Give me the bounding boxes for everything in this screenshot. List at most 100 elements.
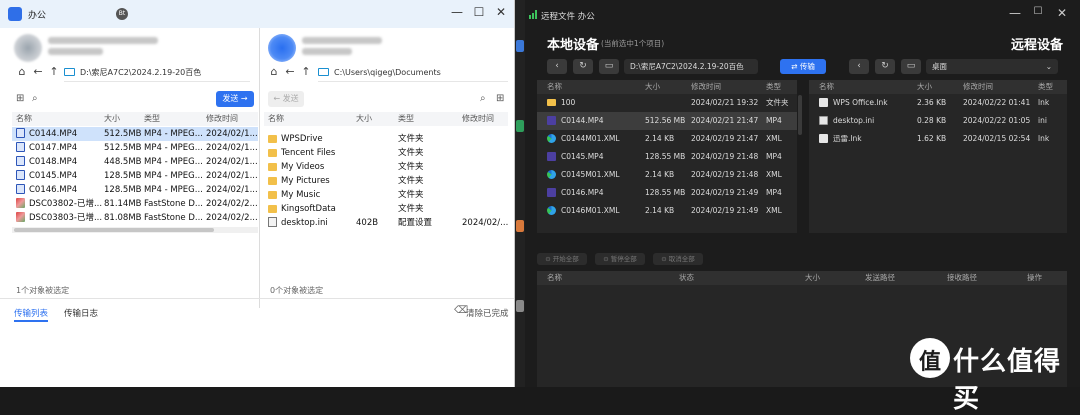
table-row[interactable]: C0148.MP4 448.5MB MP4 - MPEG... 2024/02/1..…: [12, 155, 258, 169]
table-row[interactable]: C0147.MP4 512.5MB MP4 - MPEG... 2024/02/1..…: [12, 141, 258, 155]
table-row[interactable]: 100 2024/02/21 19:32 文件夹: [537, 94, 797, 112]
table-row[interactable]: WPSDrive 文件夹: [264, 132, 508, 146]
back-icon[interactable]: ‹: [547, 59, 567, 74]
column-header[interactable]: 修改时间: [462, 112, 494, 126]
folder-icon[interactable]: ▭: [901, 59, 921, 74]
app-icon[interactable]: [516, 300, 524, 312]
table-row[interactable]: 迅雷.lnk 1.62 KB 2024/02/15 02:54 lnk: [809, 130, 1067, 148]
column-header[interactable]: 大小: [104, 112, 120, 126]
column-header[interactable]: 大小: [805, 271, 820, 285]
restore-button[interactable]: ☐: [1028, 6, 1048, 17]
table-row[interactable]: C0146.MP4 128.55 MB 2024/02/19 21:49 MP4: [537, 184, 797, 202]
table-row[interactable]: C0144.MP4 512.5MB MP4 - MPEG... 2024/02/1..…: [12, 127, 258, 141]
column-header[interactable]: 类型: [1038, 80, 1053, 94]
file-size: 0.28 KB: [917, 116, 947, 125]
column-header[interactable]: 名称: [268, 112, 284, 126]
app-icon[interactable]: [516, 220, 524, 232]
clear-completed-button[interactable]: 清除已完成: [466, 307, 509, 319]
transfer-button[interactable]: ⇄ 传输: [780, 59, 826, 74]
table-row[interactable]: My Pictures 文件夹: [264, 174, 508, 188]
table-row[interactable]: My Videos 文件夹: [264, 160, 508, 174]
refresh-icon[interactable]: ↻: [573, 59, 593, 74]
up-icon[interactable]: ↑: [298, 65, 314, 78]
new-folder-icon[interactable]: ⊞: [16, 93, 24, 104]
column-header[interactable]: 名称: [547, 80, 562, 94]
new-folder-icon[interactable]: ⊞: [496, 93, 504, 104]
column-header[interactable]: 修改时间: [691, 80, 721, 94]
home-icon[interactable]: ⌂: [14, 65, 30, 78]
send-back-button[interactable]: ← 发送: [268, 91, 304, 107]
column-header[interactable]: 类型: [144, 112, 160, 126]
column-header[interactable]: 大小: [917, 80, 932, 94]
local-path[interactable]: D:\索尼A7C2\2024.2.19-20百色: [624, 59, 758, 74]
search-icon[interactable]: ⌕: [32, 93, 38, 104]
folder-icon: [268, 176, 277, 185]
table-row[interactable]: C0145.MP4 128.55 MB 2024/02/19 21:48 MP4: [537, 148, 797, 166]
path-bar[interactable]: C:\Users\qigeg\Documents: [318, 64, 508, 82]
redacted-name: [302, 37, 382, 44]
refresh-icon[interactable]: ↻: [875, 59, 895, 74]
pause-all-button[interactable]: ⊙ 暂停全部: [595, 253, 645, 265]
back-icon[interactable]: ‹: [849, 59, 869, 74]
table-row[interactable]: desktop.ini 402B 配置设置 2024/02/...: [264, 216, 508, 230]
file-name: My Music: [268, 188, 354, 202]
table-row[interactable]: Tencent Files 文件夹: [264, 146, 508, 160]
column-header[interactable]: 接收路径: [947, 271, 977, 285]
close-button[interactable]: ✕: [1052, 6, 1072, 20]
column-header[interactable]: 名称: [16, 112, 32, 126]
up-icon[interactable]: ↑: [46, 65, 62, 78]
table-row[interactable]: DSC03802-已增... 81.14MB FastStone D... 2024/…: [12, 197, 258, 211]
column-header[interactable]: 修改时间: [963, 80, 993, 94]
table-row[interactable]: desktop.ini 0.28 KB 2024/02/22 01:05 ini: [809, 112, 1067, 130]
minimize-button[interactable]: —: [447, 5, 467, 19]
table-row[interactable]: C0144M01.XML 2.14 KB 2024/02/19 21:47 XML: [537, 130, 797, 148]
close-button[interactable]: ✕: [491, 5, 511, 19]
file-size: 2.36 KB: [917, 98, 947, 107]
file-date: 2024/02/19 21:49: [691, 206, 759, 215]
column-header[interactable]: 发送路径: [865, 271, 895, 285]
back-icon[interactable]: ←: [282, 65, 298, 78]
file-type: MP4 - MPEG...: [144, 185, 203, 195]
table-row[interactable]: WPS Office.lnk 2.36 KB 2024/02/22 01:41 lnk: [809, 94, 1067, 112]
start-all-button[interactable]: ⊙ 开始全部: [537, 253, 587, 265]
column-header[interactable]: 修改时间: [206, 112, 238, 126]
column-header[interactable]: 状态: [679, 271, 694, 285]
horizontal-scrollbar[interactable]: [12, 227, 258, 233]
table-row[interactable]: KingsoftData 文件夹: [264, 202, 508, 216]
table-row[interactable]: C0146.MP4 128.5MB MP4 - MPEG... 2024/02/1..…: [12, 183, 258, 197]
file-size: 128.5MB: [104, 185, 142, 195]
back-icon[interactable]: ←: [30, 65, 46, 78]
restore-button[interactable]: ☐: [469, 5, 489, 19]
file-type: XML: [766, 170, 782, 179]
path-bar[interactable]: D:\索尼A7C2\2024.2.19-20百色: [64, 64, 250, 82]
app-icon[interactable]: [516, 40, 524, 52]
column-header[interactable]: 名称: [819, 80, 834, 94]
table-row[interactable]: DSC03803-已增... 81.08MB FastStone D... 2024/…: [12, 211, 258, 225]
cancel-all-button[interactable]: ⊙ 取消全部: [653, 253, 703, 265]
folder-icon[interactable]: ▭: [599, 59, 619, 74]
vertical-scrollbar[interactable]: [798, 95, 802, 135]
column-header[interactable]: 操作: [1027, 271, 1042, 285]
send-button[interactable]: 发送 →: [216, 91, 254, 107]
device-avatar: [268, 34, 296, 62]
column-header[interactable]: 类型: [398, 112, 414, 126]
table-row[interactable]: My Music 文件夹: [264, 188, 508, 202]
minimize-button[interactable]: —: [1005, 6, 1025, 20]
home-icon[interactable]: ⌂: [266, 65, 282, 78]
table-row[interactable]: C0145M01.XML 2.14 KB 2024/02/19 21:48 XML: [537, 166, 797, 184]
tab-transfer-log[interactable]: 传输日志: [64, 307, 98, 319]
column-header[interactable]: 大小: [356, 112, 372, 126]
table-row[interactable]: C0144.MP4 512.56 MB 2024/02/21 21:47 MP4: [537, 112, 797, 130]
app-icon[interactable]: [516, 120, 524, 132]
column-header[interactable]: 类型: [766, 80, 781, 94]
badge[interactable]: Bt: [116, 8, 128, 20]
column-header[interactable]: 大小: [645, 80, 660, 94]
table-row[interactable]: C0145.MP4 128.5MB MP4 - MPEG... 2024/02/1..…: [12, 169, 258, 183]
search-icon[interactable]: ⌕: [480, 93, 486, 104]
table-row[interactable]: C0146M01.XML 2.14 KB 2024/02/19 21:49 XML: [537, 202, 797, 220]
tab-transfer-list[interactable]: 传输列表: [14, 307, 48, 319]
local-device-heading: 本地设备: [547, 38, 600, 53]
column-header[interactable]: 名称: [547, 271, 562, 285]
remote-path[interactable]: 桌面 ⌄: [926, 59, 1058, 74]
file-date: 2024/02/15 02:54: [963, 134, 1031, 143]
